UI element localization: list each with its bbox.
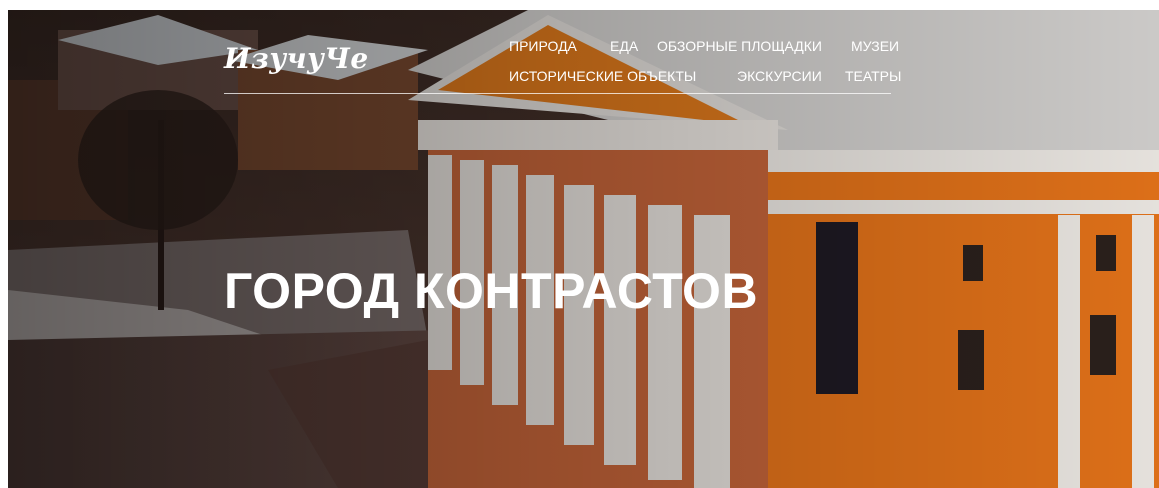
nav-divider bbox=[224, 93, 891, 94]
nav-item-excursions[interactable]: ЭКСКУРСИИ bbox=[737, 68, 822, 84]
nav-item-viewpoints[interactable]: ОБЗОРНЫЕ ПЛОЩАДКИ bbox=[657, 38, 822, 54]
nav-item-museums[interactable]: МУЗЕИ bbox=[851, 38, 899, 54]
hero-title: ГОРОД КОНТРАСТОВ bbox=[224, 263, 759, 319]
nav-item-nature[interactable]: ПРИРОДА bbox=[509, 38, 577, 54]
site-logo[interactable]: ИзучуЧе bbox=[224, 42, 369, 75]
nav-item-theatres[interactable]: ТЕАТРЫ bbox=[845, 68, 901, 84]
nav-item-historic-sites[interactable]: ИСТОРИЧЕСКИЕ ОБЪЕКТЫ bbox=[509, 68, 696, 84]
nav-item-food[interactable]: ЕДА bbox=[610, 38, 638, 54]
